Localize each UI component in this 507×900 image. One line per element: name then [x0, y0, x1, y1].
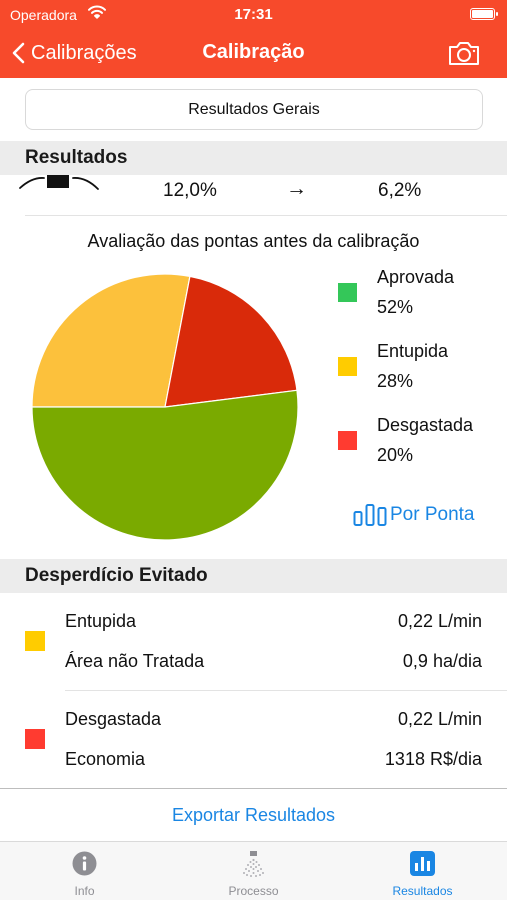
- legend-label-desgastada: Desgastada: [377, 415, 474, 435]
- arrow-right-icon: →: [286, 177, 307, 200]
- waste-swatch-entupida: [25, 631, 45, 651]
- waste-value: 0,22 L/min: [397, 611, 482, 631]
- tab-processo[interactable]: Processo: [169, 842, 338, 900]
- sprayer-icon: [243, 851, 264, 877]
- waste-value: 0,9 ha/dia: [402, 651, 482, 671]
- legend-value-desgastada: 20%: [377, 445, 414, 465]
- pie-slice-aprovada: [31, 389, 299, 541]
- per-nozzle-label: Por Ponta: [390, 504, 475, 525]
- back-label: Calibrações: [31, 41, 137, 64]
- section-header-waste: Desperdício Evitado: [0, 559, 507, 593]
- waste-label: Desgastada: [65, 709, 162, 729]
- waste-value: 0,22 L/min: [397, 709, 482, 729]
- camera-button[interactable]: [447, 40, 481, 71]
- nozzle-comparison-row: 12,0% → 6,2%: [0, 175, 507, 215]
- navigation-bar: Calibrações Calibração: [0, 30, 507, 78]
- pie-slice-entupida: [31, 273, 191, 408]
- tab-label: Resultados: [392, 884, 453, 898]
- clock: 17:31: [234, 6, 273, 23]
- legend-label-entupida: Entupida: [377, 341, 449, 361]
- legend-value-aprovada: 52%: [377, 297, 414, 317]
- legend-label-aprovada: Aprovada: [377, 267, 455, 287]
- tab-info[interactable]: Info: [0, 842, 169, 900]
- waste-label: Entupida: [65, 611, 137, 631]
- section-header-results: Resultados: [0, 141, 507, 175]
- battery-icon: [470, 8, 498, 20]
- nozzle-icon: [18, 175, 102, 198]
- export-results-button[interactable]: Exportar Resultados: [0, 788, 507, 841]
- legend-swatch-aprovada: [338, 283, 357, 302]
- bar-chart-icon: [410, 851, 435, 876]
- waste-swatch-desgastada: [25, 729, 45, 749]
- pie-chart: [31, 273, 299, 541]
- value-after: 6,2%: [378, 180, 422, 201]
- value-before: 12,0%: [163, 180, 217, 201]
- row-divider: [25, 215, 507, 216]
- row-divider: [65, 690, 507, 691]
- waste-label: Economia: [65, 749, 146, 769]
- back-button[interactable]: Calibrações: [12, 38, 137, 68]
- legend-swatch-entupida: [338, 357, 357, 376]
- tab-bar: Info Processo Resultados: [0, 841, 507, 900]
- waste-label: Área não Tratada: [65, 651, 205, 671]
- status-bar: Operadora 17:31: [0, 0, 507, 30]
- waste-value: 1318 R$/dia: [384, 749, 482, 769]
- tab-label: Processo: [228, 884, 279, 898]
- chevron-left-icon: [12, 42, 25, 64]
- info-icon: [72, 851, 97, 876]
- tab-label: Info: [74, 884, 95, 898]
- segment-label: Resultados Gerais: [188, 100, 320, 118]
- legend-value-entupida: 28%: [377, 371, 414, 391]
- per-nozzle-button[interactable]: Por Ponta: [353, 502, 475, 528]
- chart-title: Avaliação das pontas antes da calibração: [87, 231, 420, 251]
- results-scope-segment[interactable]: Resultados Gerais: [25, 89, 483, 130]
- nozzle-bars-icon: [353, 504, 387, 526]
- export-label: Exportar Resultados: [171, 804, 336, 825]
- camera-icon: [449, 42, 479, 65]
- tab-resultados[interactable]: Resultados: [338, 842, 507, 900]
- legend-swatch-desgastada: [338, 431, 357, 450]
